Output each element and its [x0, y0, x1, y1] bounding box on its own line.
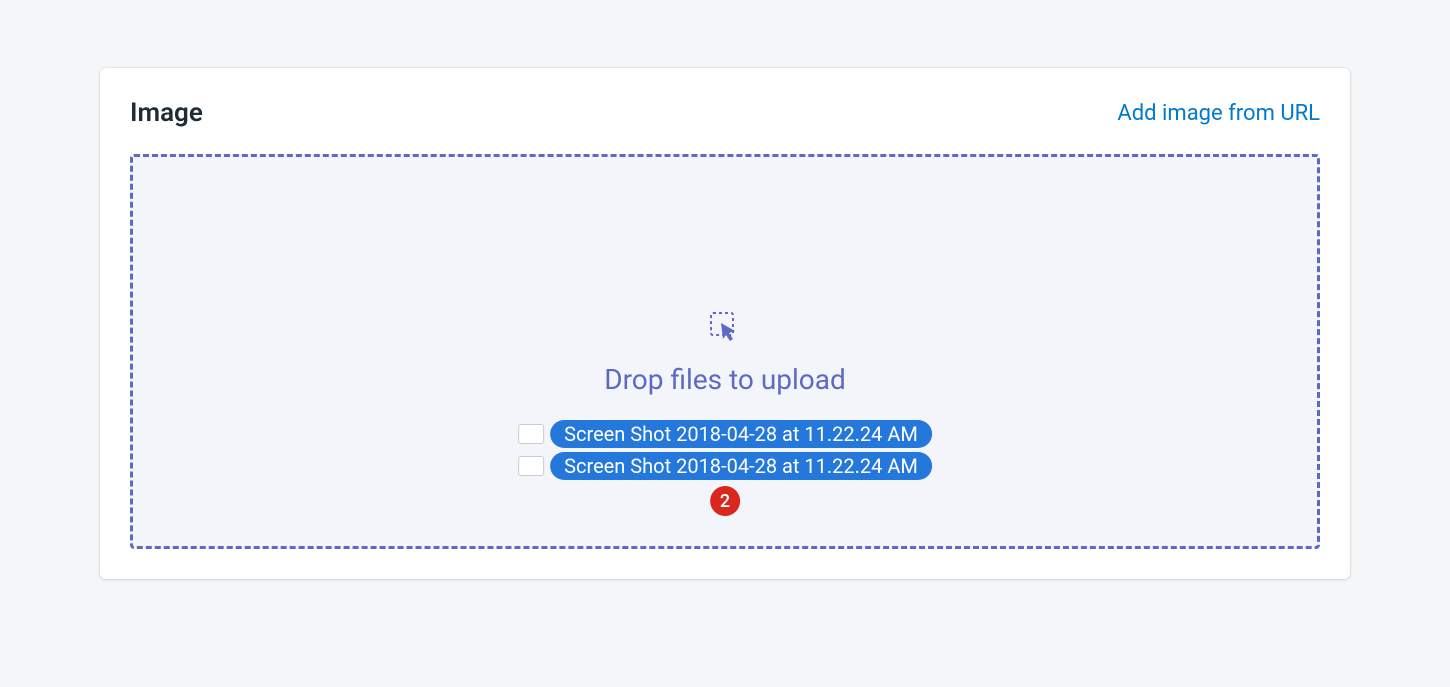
drag-ghost-preview: Screen Shot 2018-04-28 at 11.22.24 AM Sc…: [518, 420, 932, 516]
drag-ghost-filename: Screen Shot 2018-04-28 at 11.22.24 AM: [550, 420, 932, 448]
card-title: Image: [130, 98, 203, 128]
file-thumbnail-icon: [518, 424, 544, 444]
drag-ghost-file: Screen Shot 2018-04-28 at 11.22.24 AM: [518, 420, 932, 448]
drag-ghost-file: Screen Shot 2018-04-28 at 11.22.24 AM: [518, 452, 932, 480]
drag-drop-icon: [705, 307, 745, 347]
add-image-from-url-link[interactable]: Add image from URL: [1117, 101, 1320, 126]
dropzone-prompt: Drop files to upload: [604, 363, 846, 396]
file-dropzone[interactable]: Drop files to upload Screen Shot 2018-04…: [130, 154, 1320, 549]
file-thumbnail-icon: [518, 456, 544, 476]
drag-ghost-filename: Screen Shot 2018-04-28 at 11.22.24 AM: [550, 452, 932, 480]
card-header: Image Add image from URL: [130, 98, 1320, 128]
image-upload-card: Image Add image from URL Drop files to u…: [100, 68, 1350, 579]
file-count-badge: 2: [710, 486, 740, 516]
